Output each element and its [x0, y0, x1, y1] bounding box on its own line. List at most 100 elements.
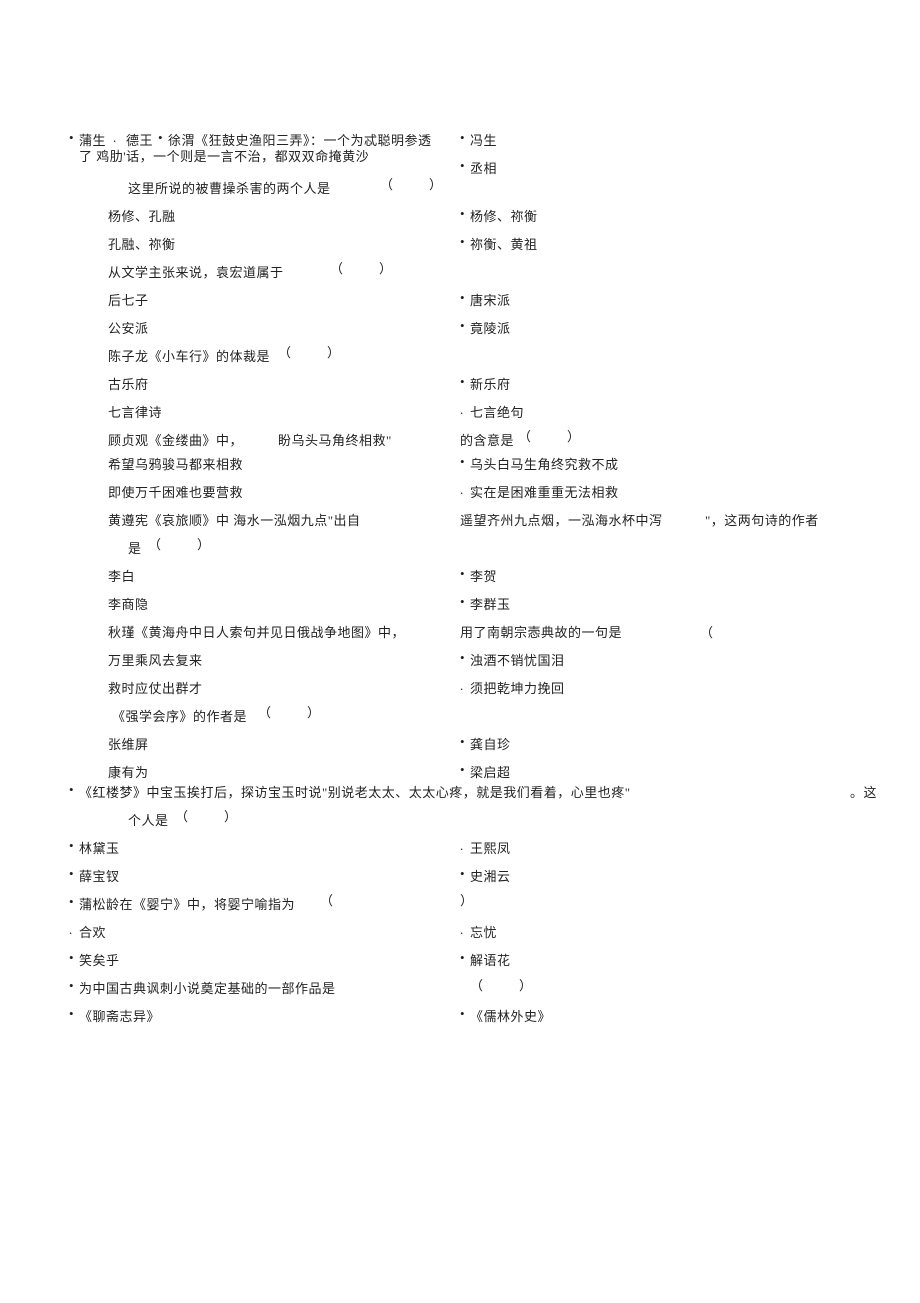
- q6-opt-a: 万里乘风去复来: [108, 650, 203, 669]
- q8-prompt-cont-line: 个人是 （）: [0, 810, 920, 826]
- q1-paren: （）: [380, 174, 442, 193]
- q5-prompt-post: "，这两句诗的作者: [705, 510, 819, 529]
- q3-opt-d: 七言绝句: [470, 402, 524, 421]
- q8-prompt-pre: 《红楼梦》中宝玉挨打后，探访宝玉时说"别说老太太、太太心疼，就是我们看着，心里也…: [79, 782, 631, 801]
- q4-prompt-pre: 顾贞观《金缕曲》中，: [108, 430, 243, 449]
- q5-row1: 李白 李贺: [0, 566, 920, 582]
- q7-row2: 康有为 梁启超: [0, 762, 920, 778]
- q8-opt-d: 史湘云: [470, 866, 511, 885]
- q9-opt-d: 解语花: [470, 950, 511, 969]
- q1-opt-a: 杨修、孔融: [108, 206, 176, 225]
- q2-prompt: 从文学主张来说，袁宏道属于: [108, 262, 284, 281]
- q9-dot-b: .: [460, 922, 464, 938]
- q8-paren: （）: [175, 806, 237, 825]
- q3-opt-b: 新乐府: [470, 374, 511, 393]
- q2-row1: 后七子 唐宋派: [0, 290, 920, 306]
- q10-paren: （）: [470, 975, 532, 994]
- q5-prompt-cont-line: 是 （）: [0, 538, 920, 554]
- q5-paren: （）: [148, 534, 210, 553]
- q8-opt-a: 林黛玉: [79, 838, 120, 857]
- q2-opt-c: 公安派: [108, 318, 149, 337]
- q4-dot-d: .: [460, 482, 464, 498]
- q5-prompt-pre: 黄遵宪《哀旅顺》中 海水一泓烟九点"出自: [108, 510, 361, 529]
- q5-opt-b: 李贺: [470, 566, 497, 585]
- q9-dot-a: .: [69, 922, 73, 938]
- q9-prompt: 蒲松龄在《婴宁》中，将婴宁喻指为: [79, 894, 295, 913]
- q3-row1: 古乐府 新乐府: [0, 374, 920, 390]
- q5-row2: 李商隐 李群玉: [0, 594, 920, 610]
- q10-row1: 《聊斋志异》 《儒林外史》: [0, 1006, 920, 1022]
- q4-prompt-quote: 盼乌头马角终相救": [278, 430, 392, 449]
- q3-opt-c: 七言律诗: [108, 402, 162, 421]
- q4-paren: （）: [518, 426, 580, 445]
- q8-prompt-line: 《红楼梦》中宝玉挨打后，探访宝玉时说"别说老太太、太太心疼，就是我们看着，心里也…: [0, 782, 920, 798]
- q9-row2: 笑矣乎 解语花: [0, 950, 920, 966]
- q4-opt-b: 乌头白马生角终究救不成: [470, 454, 619, 473]
- q4-prompt-post: 的含意是: [460, 430, 514, 449]
- q2-row2: 公安派 竟陵派: [0, 318, 920, 334]
- q9-row1: . 合欢 . 忘忧: [0, 922, 920, 938]
- top-context: 蒲生 . 德王 徐渭《狂鼓史渔阳三弄》：一个为忒聪明参透 冯生 了 鸡肋'话，一…: [0, 130, 920, 178]
- q5-opt-d: 李群玉: [470, 594, 511, 613]
- q1-prompt: 这里所说的被曹操杀害的两个人是: [128, 178, 331, 197]
- q3-row2: 七言律诗 . 七言绝句: [0, 402, 920, 418]
- q7-opt-d: 梁启超: [470, 762, 511, 781]
- q2-opt-b: 唐宋派: [470, 290, 511, 309]
- q3-dot-d: .: [460, 402, 464, 418]
- q3-prompt: 陈子龙《小车行》的体裁是: [108, 346, 270, 365]
- q7-opt-b: 龚自珍: [470, 734, 511, 753]
- q1-prompt-line: 这里所说的被曹操杀害的两个人是 （）: [0, 178, 920, 194]
- q7-paren: （）: [258, 702, 320, 721]
- q4-row1: 希望乌鸦骏马都来相救 乌头白马生角终究救不成: [0, 454, 920, 470]
- q8-row2: 薛宝钗 史湘云: [0, 866, 920, 882]
- q1-opt-b: 杨修、祢衡: [470, 206, 538, 225]
- q10-opt-b: 《儒林外史》: [470, 1006, 551, 1025]
- q8-row1: 林黛玉 . 王熙凤: [0, 838, 920, 854]
- top-l2-left: 了 鸡肋'话，一个则是一言不治，都双双命掩黄沙: [79, 146, 369, 165]
- q3-prompt-line: 陈子龙《小车行》的体裁是 （）: [0, 346, 920, 362]
- q6-prompt-line: 秋瑾《黄海舟中日人索句并见日俄战争地图》中， 用了南朝宗悫典故的一句是 （: [0, 622, 920, 638]
- q6-dot-d: .: [460, 678, 464, 694]
- q8-opt-b: 王熙凤: [470, 838, 511, 857]
- q6-row1: 万里乘风去复来 浊酒不销忧国泪: [0, 650, 920, 666]
- q6-prompt-pre: 秋瑾《黄海舟中日人索句并见日俄战争地图》中，: [108, 622, 405, 641]
- q2-opt-d: 竟陵派: [470, 318, 511, 337]
- top-l1-dot: .: [113, 130, 117, 146]
- q9-prompt-line: 蒲松龄在《婴宁》中，将婴宁喻指为 （ ）: [0, 894, 920, 910]
- q8-opt-c: 薛宝钗: [79, 866, 120, 885]
- q10-opt-a: 《聊斋志异》: [79, 1006, 160, 1025]
- q2-prompt-line: 从文学主张来说，袁宏道属于 （）: [0, 262, 920, 278]
- q4-row2: 即使万千困难也要营救 . 实在是困难重重无法相救: [0, 482, 920, 498]
- q2-opt-a: 后七子: [108, 290, 149, 309]
- q7-opt-a: 张维屏: [108, 734, 149, 753]
- q4-opt-a: 希望乌鸦骏马都来相救: [108, 454, 243, 473]
- q6-row2: 救时应仗出群才 . 须把乾坤力挽回: [0, 678, 920, 694]
- q6-opt-c: 救时应仗出群才: [108, 678, 203, 697]
- q4-opt-d: 实在是困难重重无法相救: [470, 482, 619, 501]
- q7-row1: 张维屏 龚自珍: [0, 734, 920, 750]
- q3-paren: （）: [278, 342, 340, 361]
- q6-prompt-post: 用了南朝宗悫典故的一句是: [460, 622, 622, 641]
- q4-prompt-line: 顾贞观《金缕曲》中， 盼乌头马角终相救" 的含意是 （）: [0, 430, 920, 446]
- q9-paren-open: （: [320, 890, 333, 909]
- q5-prompt-line: 黄遵宪《哀旅顺》中 海水一泓烟九点"出自 遥望齐州九点烟，一泓海水杯中泻 "，这…: [0, 510, 920, 526]
- q1-opt-d: 祢衡、黄祖: [470, 234, 538, 253]
- q1-row1: 杨修、孔融 杨修、祢衡: [0, 206, 920, 222]
- q1-row2: 孔融、祢衡 祢衡、黄祖: [0, 234, 920, 250]
- q6-opt-d: 须把乾坤力挽回: [470, 678, 565, 697]
- top-l2-right: 丞相: [470, 158, 497, 177]
- q9-paren-close: ）: [460, 890, 473, 909]
- q10-prompt: 为中国古典讽刺小说奠定基础的一部作品是: [79, 978, 336, 997]
- q8-dot-b: .: [460, 838, 464, 854]
- q5-opt-c: 李商隐: [108, 594, 149, 613]
- q9-opt-c: 笑矣乎: [79, 950, 120, 969]
- q7-opt-c: 康有为: [108, 762, 149, 781]
- q7-prompt: 《强学会序》的作者是: [112, 706, 247, 725]
- q5-prompt-cont: 是: [128, 538, 142, 557]
- q7-prompt-line: 《强学会序》的作者是 （）: [0, 706, 920, 722]
- q8-prompt-post: 。这: [850, 782, 877, 801]
- q5-opt-a: 李白: [108, 566, 135, 585]
- q8-prompt-cont: 个人是: [128, 810, 169, 829]
- q6-paren-open: （: [700, 622, 713, 641]
- q2-paren: （）: [330, 258, 392, 277]
